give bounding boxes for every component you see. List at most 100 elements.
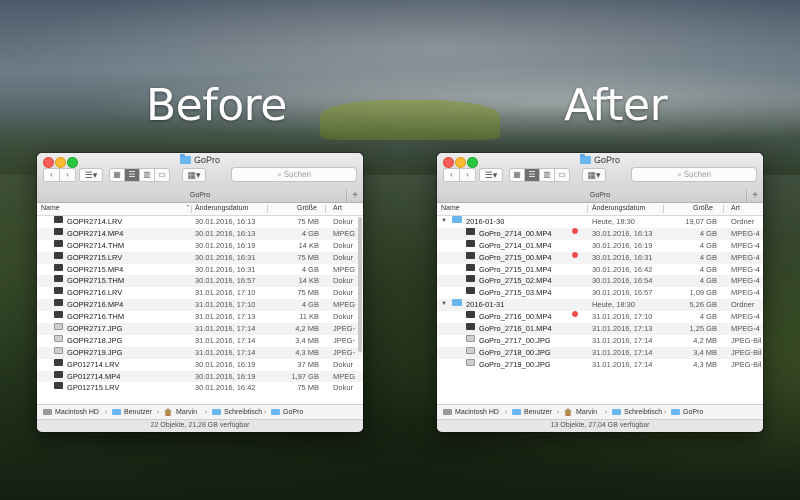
table-row[interactable]: GoPro_2716_00.MP4 31.01.2016, 17:10 4 GB MP…: [437, 311, 763, 323]
list-view-icon[interactable]: ☰: [525, 169, 540, 181]
arrange-button[interactable]: ☰▾: [479, 168, 503, 182]
column-kind[interactable]: Art: [333, 203, 342, 215]
window-title: GoPro: [437, 154, 763, 165]
breadcrumb-item[interactable]: Marvin: [576, 405, 597, 420]
table-row[interactable]: GOPR2715.MP4 30.01.2016, 16:31 4 GB MPEG: [37, 263, 363, 276]
breadcrumb-item[interactable]: Marvin: [176, 405, 197, 420]
folder-row[interactable]: ▼ 2016-01-30 Heute, 18:30 19,07 GB Ordner: [437, 216, 763, 228]
group-button[interactable]: ▦▾: [182, 168, 206, 182]
table-row[interactable]: GoPro_2714_01.MP4 30.01.2016, 16:19 4 GB MP…: [437, 239, 763, 252]
table-row[interactable]: GOPR2718.JPG 31.01.2016, 17:14 3,4 MB JPEG-: [37, 334, 363, 347]
video-file-icon: [466, 239, 475, 247]
folder-icon: [212, 409, 221, 415]
breadcrumb-item[interactable]: Benutzer: [524, 405, 552, 420]
column-size[interactable]: Größe: [693, 203, 713, 215]
icon-view-icon[interactable]: ▦: [110, 169, 125, 181]
table-row[interactable]: GOPR2715.LRV 30.01.2016, 16:31 75 MB Dokur: [37, 251, 363, 264]
tab-gopro[interactable]: GoPro: [190, 192, 210, 199]
table-row[interactable]: GoPro_2717_00.JPG 31.01.2016, 17:14 4,2 MB…: [437, 334, 763, 347]
back-button[interactable]: ‹: [444, 169, 460, 181]
scrollbar[interactable]: [358, 217, 362, 352]
table-row[interactable]: GoPro_2715_03.MP4 30.01.2016, 16:57 1,09 G…: [437, 287, 763, 299]
file-date: 30.01.2016, 16:42: [592, 264, 653, 274]
table-row[interactable]: GOPR2717.JPG 31.01.2016, 17:14 4,2 MB JPEG-: [37, 323, 363, 335]
table-row[interactable]: GoPro_2715_02.MP4 30.01.2016, 16:54 4 GB MP…: [437, 275, 763, 288]
finder-window-before: GoPro ‹ › ☰▾ ▦ ☰ ▥ ▭ ▦▾ ⌕ Suchen GoPro +…: [37, 153, 363, 432]
file-kind: MPEG-4: [731, 288, 760, 298]
column-name[interactable]: Name: [441, 203, 460, 215]
file-kind: Dokur: [333, 217, 354, 226]
cover-flow-icon[interactable]: ▭: [555, 169, 569, 181]
column-view-icon[interactable]: ▥: [540, 169, 555, 181]
cover-flow-icon[interactable]: ▭: [155, 169, 169, 181]
folder-name: 2016-01-30: [466, 217, 505, 226]
search-input[interactable]: ⌕ Suchen: [631, 167, 757, 182]
view-mode-segment: ▦ ☰ ▥ ▭: [109, 168, 170, 182]
table-row[interactable]: GOPR2719.JPG 31.01.2016, 17:14 4,3 MB JPEG-: [37, 346, 363, 359]
search-input[interactable]: ⌕ Suchen: [231, 167, 357, 182]
table-row[interactable]: GoPro_2715_00.MP4 30.01.2016, 16:31 4 GB MP…: [437, 251, 763, 264]
breadcrumb-item[interactable]: GoPro: [283, 405, 303, 420]
file-kind: MPEG-4: [731, 240, 760, 250]
file-date: Heute, 18:30: [592, 300, 635, 310]
file-name: GOPR2714.THM: [67, 240, 125, 250]
file-size: 37 MB: [297, 359, 319, 369]
breadcrumb-item[interactable]: Macintosh HD: [55, 405, 99, 420]
view-mode-segment: ▦ ☰ ▥ ▭: [509, 168, 570, 182]
back-button[interactable]: ‹: [44, 169, 60, 181]
table-row[interactable]: GoPro_2718_00.JPG 31.01.2016, 17:14 3,4 MB…: [437, 346, 763, 359]
file-size: 19,07 GB: [685, 217, 717, 226]
video-file-icon: [54, 370, 63, 378]
table-row[interactable]: GOPR2714.LRV 30.01.2016, 16:13 75 MB Dokur: [37, 216, 363, 228]
column-name[interactable]: Name: [41, 203, 60, 215]
breadcrumb-item[interactable]: Benutzer: [124, 405, 152, 420]
table-row[interactable]: GOPR2716.MP4 31.01.2016, 17:10 4 GB MPEG: [37, 299, 363, 312]
icon-view-icon[interactable]: ▦: [510, 169, 525, 181]
column-view-icon[interactable]: ▥: [140, 169, 155, 181]
breadcrumb-item[interactable]: Schreibtisch: [624, 405, 662, 420]
table-row[interactable]: GP012714.LRV 30.01.2016, 16:19 37 MB Dokur: [37, 358, 363, 371]
tab-gopro[interactable]: GoPro: [590, 192, 610, 199]
table-row[interactable]: GP012714.MP4 30.01.2016, 16:19 1,97 GB MPEG: [37, 370, 363, 383]
table-row[interactable]: GoPro_2714_00.MP4 30.01.2016, 16:13 4 GB MP…: [437, 227, 763, 240]
breadcrumb-item[interactable]: Schreibtisch: [224, 405, 262, 420]
file-kind: Dokur: [333, 240, 354, 250]
forward-button[interactable]: ›: [60, 169, 75, 181]
table-row[interactable]: GoPro_2719_00.JPG 31.01.2016, 17:14 4,3 MB…: [437, 358, 763, 371]
title-bar: GoPro ‹ › ☰▾ ▦ ☰ ▥ ▭ ▦▾ ⌕ Suchen: [437, 153, 763, 191]
breadcrumb-item[interactable]: Macintosh HD: [455, 405, 499, 420]
file-date: 30.01.2016, 16:19: [195, 240, 256, 250]
table-row[interactable]: GOPR2716.THM 31.01.2016, 17:13 11 KB Dokur: [37, 311, 363, 323]
video-file-icon: [466, 251, 475, 259]
folder-name: 2016-01-31: [466, 300, 505, 310]
new-tab-button[interactable]: +: [346, 190, 363, 202]
file-date: 31.01.2016, 17:13: [195, 312, 256, 322]
table-row[interactable]: GoPro_2715_01.MP4 30.01.2016, 16:42 4 GB MP…: [437, 263, 763, 276]
list-view-icon[interactable]: ☰: [125, 169, 140, 181]
table-row[interactable]: GOPR2716.LRV 31.01.2016, 17:10 75 MB Dokur: [37, 287, 363, 299]
column-date[interactable]: Änderungsdatum: [195, 203, 248, 215]
table-row[interactable]: GOPR2714.MP4 30.01.2016, 16:13 4 GB MPEG: [37, 227, 363, 240]
table-row[interactable]: GoPro_2716_01.MP4 31.01.2016, 17:13 1,25 G…: [437, 323, 763, 335]
group-button[interactable]: ▦▾: [582, 168, 606, 182]
disclosure-triangle-icon[interactable]: ▼: [441, 216, 447, 228]
column-size[interactable]: Größe: [297, 203, 317, 215]
file-kind: MPEG-4: [731, 276, 760, 286]
file-size: 75 MB: [297, 252, 319, 262]
new-tab-button[interactable]: +: [746, 190, 763, 202]
breadcrumb-item[interactable]: GoPro: [683, 405, 703, 420]
file-date: 30.01.2016, 16:31: [592, 252, 653, 262]
file-date: 30.01.2016, 16:31: [195, 252, 256, 262]
column-kind[interactable]: Art: [731, 203, 740, 215]
table-row[interactable]: GOPR2715.THM 30.01.2016, 16:57 14 KB Dokur: [37, 275, 363, 288]
disclosure-triangle-icon[interactable]: ▼: [441, 299, 447, 311]
table-row[interactable]: GOPR2714.THM 30.01.2016, 16:19 14 KB Dokur: [37, 239, 363, 252]
arrange-button[interactable]: ☰▾: [79, 168, 103, 182]
folder-row[interactable]: ▼ 2016-01-31 Heute, 18:30 5,26 GB Ordner: [437, 299, 763, 312]
window-title-text: GoPro: [193, 155, 220, 165]
table-row[interactable]: GP012715.LRV 30.01.2016, 16:42 75 MB Dokur: [37, 382, 363, 394]
column-date[interactable]: Änderungsdatum: [592, 203, 645, 215]
file-kind: MPEG-4: [731, 324, 760, 334]
forward-button[interactable]: ›: [460, 169, 475, 181]
file-size: 75 MB: [297, 383, 319, 393]
